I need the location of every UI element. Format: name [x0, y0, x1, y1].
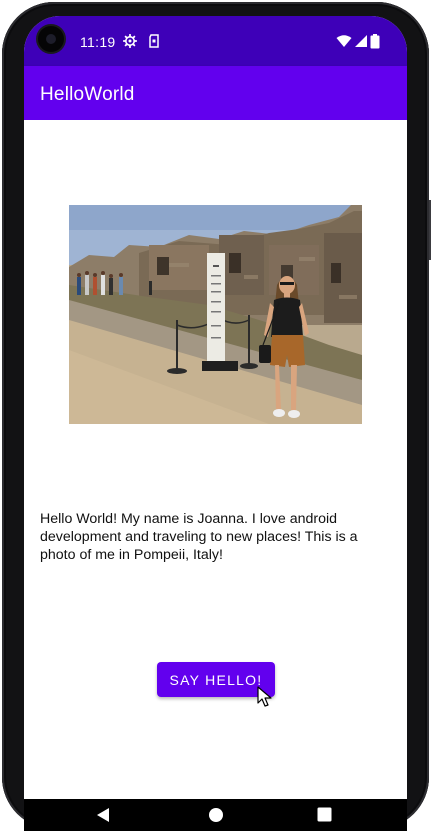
battery-icon [370, 34, 380, 49]
say-hello-button[interactable]: SAY HELLO! [157, 662, 275, 697]
home-icon[interactable] [208, 807, 224, 823]
sim-card-icon [148, 34, 162, 49]
app-title: HelloWorld [40, 84, 135, 105]
status-time: 11:19 [80, 34, 116, 50]
gear-icon [123, 34, 137, 49]
phone-screen: 11:19 HelloWorld Hello World! My name is… [24, 16, 407, 831]
navigation-bar [24, 799, 407, 831]
intro-text: Hello World! My name is Joanna. I love a… [40, 511, 358, 563]
app-bar: HelloWorld [24, 66, 407, 120]
front-camera [38, 26, 64, 52]
device-frame: 11:19 HelloWorld Hello World! My name is… [0, 0, 431, 831]
back-icon[interactable] [96, 807, 110, 823]
wifi-icon [336, 34, 352, 49]
profile-photo [69, 205, 362, 424]
recents-icon[interactable] [317, 807, 332, 822]
status-bar: 11:19 [24, 16, 407, 66]
main-content: Hello World! My name is Joanna. I love a… [24, 120, 407, 800]
cellular-signal-icon [354, 34, 368, 49]
